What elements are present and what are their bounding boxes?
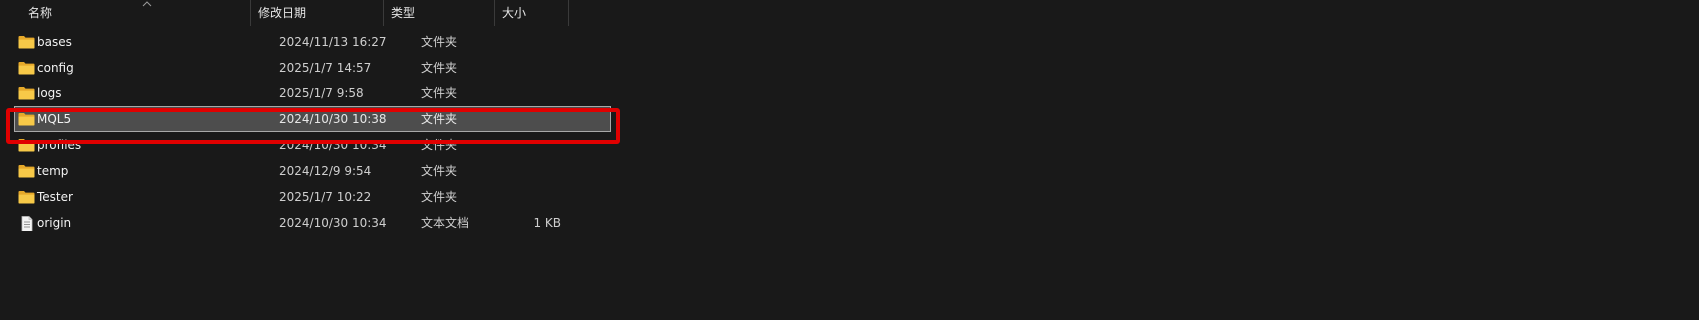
file-date-modified: 2024/10/30 10:34 (279, 216, 387, 230)
file-type: 文件夹 (421, 61, 458, 75)
file-date-modified: 2024/10/30 10:34 (279, 138, 387, 152)
file-date-modified: 2025/1/7 10:22 (279, 190, 372, 204)
file-date-modified: 2024/12/9 9:54 (279, 164, 372, 178)
column-header-size[interactable]: 大小 (494, 0, 568, 26)
file-name: temp (37, 164, 69, 178)
column-header-size-label: 大小 (502, 6, 527, 20)
sort-ascending-icon (142, 1, 152, 7)
file-type: 文件夹 (421, 164, 458, 178)
file-name: bases (37, 35, 72, 49)
folder-icon (18, 165, 35, 178)
file-type: 文件夹 (421, 112, 458, 126)
file-row-mql5[interactable]: MQL5 2024/10/30 10:38 文件夹 (14, 106, 611, 132)
file-row-bases[interactable]: bases 2024/11/13 16:27 文件夹 (14, 29, 611, 55)
text-file-icon (21, 216, 33, 231)
file-date-modified: 2025/1/7 14:57 (279, 61, 372, 75)
file-row-tester[interactable]: Tester 2025/1/7 10:22 文件夹 (14, 184, 611, 210)
folder-icon (18, 62, 35, 75)
folder-icon (18, 139, 35, 152)
column-header-name[interactable]: 名称 (20, 0, 250, 26)
file-row-profiles[interactable]: profiles 2024/10/30 10:34 文件夹 (14, 132, 611, 158)
file-size: 1 KB (533, 216, 561, 230)
file-type: 文件夹 (421, 190, 458, 204)
file-row-config[interactable]: config 2025/1/7 14:57 文件夹 (14, 55, 611, 81)
file-date-modified: 2024/10/30 10:38 (279, 112, 387, 126)
file-name: config (37, 61, 74, 75)
column-divider[interactable] (568, 0, 569, 26)
column-header-date-modified[interactable]: 修改日期 (250, 0, 383, 26)
file-name: profiles (37, 138, 82, 152)
file-name: logs (37, 86, 62, 100)
folder-icon (18, 191, 35, 204)
file-row-logs[interactable]: logs 2025/1/7 9:58 文件夹 (14, 80, 611, 106)
column-header-name-label: 名称 (28, 6, 53, 20)
folder-icon (18, 113, 35, 126)
folder-icon (18, 36, 35, 49)
file-row-origin[interactable]: origin 2024/10/30 10:34 文本文档 1 KB (14, 210, 611, 236)
file-explorer-view: 名称 修改日期 类型 大小 bases 2024/11/13 16:27 文件夹… (0, 0, 1699, 320)
folder-icon (18, 87, 35, 100)
file-type: 文件夹 (421, 86, 458, 100)
file-type: 文本文档 (421, 216, 470, 230)
file-type: 文件夹 (421, 138, 458, 152)
column-header-date-label: 修改日期 (258, 6, 307, 20)
file-name: MQL5 (37, 112, 72, 126)
file-name: Tester (37, 190, 73, 204)
file-date-modified: 2025/1/7 9:58 (279, 86, 364, 100)
file-row-temp[interactable]: temp 2024/12/9 9:54 文件夹 (14, 158, 611, 184)
column-header-type-label: 类型 (391, 6, 416, 20)
file-type: 文件夹 (421, 35, 458, 49)
column-header-type[interactable]: 类型 (383, 0, 494, 26)
file-name: origin (37, 216, 72, 230)
file-date-modified: 2024/11/13 16:27 (279, 35, 387, 49)
